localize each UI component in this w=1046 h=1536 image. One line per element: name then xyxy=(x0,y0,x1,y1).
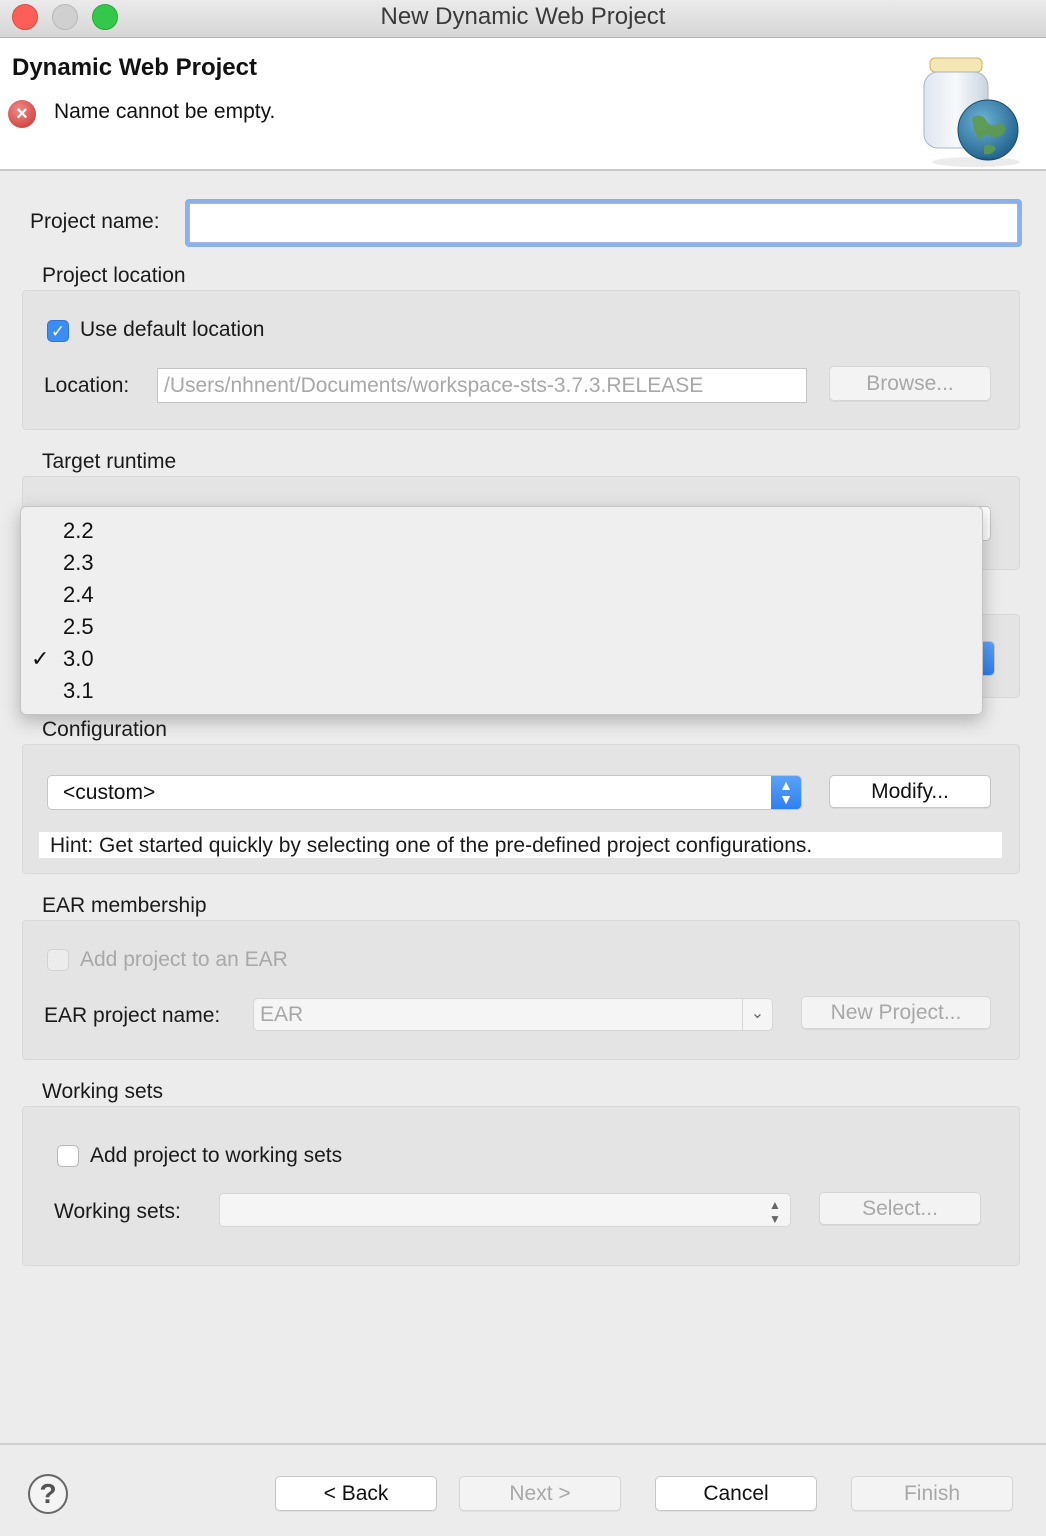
wizard-banner: Dynamic Web Project × Name cannot be emp… xyxy=(0,38,1046,171)
add-to-ear-checkbox[interactable] xyxy=(47,949,69,971)
configuration-hint-box: Hint: Get started quickly by selecting o… xyxy=(39,832,1002,858)
working-sets-group xyxy=(22,1106,1020,1266)
ear-project-name-combo[interactable]: EAR ⌄ xyxy=(253,998,773,1031)
error-message: Name cannot be empty. xyxy=(54,100,276,123)
module-version-option-selected[interactable]: 3.0 xyxy=(63,646,94,672)
project-location-group xyxy=(22,290,1020,430)
modify-button[interactable]: Modify... xyxy=(829,775,991,808)
add-to-working-sets-label: Add project to working sets xyxy=(90,1144,343,1167)
configuration-hint-text: Hint: Get started quickly by selecting o… xyxy=(50,834,813,857)
use-default-location-checkbox[interactable]: ✓ xyxy=(47,320,69,342)
ear-membership-group xyxy=(22,920,1020,1060)
finish-button[interactable]: Finish xyxy=(851,1476,1013,1511)
error-icon: × xyxy=(8,100,36,128)
location-label: Location: xyxy=(44,374,130,397)
back-button[interactable]: < Back xyxy=(275,1476,437,1511)
next-button[interactable]: Next > xyxy=(459,1476,621,1511)
help-icon[interactable]: ? xyxy=(28,1474,68,1514)
project-name-label: Project name: xyxy=(30,210,160,233)
select-working-sets-button[interactable]: Select... xyxy=(819,1192,981,1225)
project-location-group-label: Project location xyxy=(42,264,186,287)
module-version-option[interactable]: 2.2 xyxy=(63,518,94,544)
ear-project-name-label: EAR project name: xyxy=(44,1004,221,1027)
browse-button[interactable]: Browse... xyxy=(829,366,991,401)
location-input[interactable]: /Users/nhnent/Documents/workspace-sts-3.… xyxy=(157,368,807,403)
window-title: New Dynamic Web Project xyxy=(380,3,666,30)
configuration-stepper-icon: ▲ ▼ xyxy=(771,776,801,809)
module-version-option[interactable]: 2.4 xyxy=(63,582,94,608)
cancel-button[interactable]: Cancel xyxy=(655,1476,817,1511)
module-version-option[interactable]: 2.3 xyxy=(63,550,94,576)
working-sets-combo[interactable]: ▲ ▼ xyxy=(219,1193,791,1227)
footer-divider xyxy=(0,1443,1046,1445)
new-ear-project-button[interactable]: New Project... xyxy=(801,996,991,1029)
configuration-selected-value: <custom> xyxy=(63,781,156,804)
project-name-focus-ring xyxy=(185,199,1022,247)
module-version-option[interactable]: 3.1 xyxy=(63,678,94,704)
use-default-location-label: Use default location xyxy=(80,318,265,341)
wizard-page-title: Dynamic Web Project xyxy=(12,54,257,81)
chevron-down-icon: ⌄ xyxy=(742,999,772,1030)
configuration-combo[interactable]: <custom> ▲ ▼ xyxy=(47,775,802,810)
title-bar: New Dynamic Web Project xyxy=(0,0,1046,38)
working-sets-label: Working sets: xyxy=(54,1200,181,1223)
working-sets-group-label: Working sets xyxy=(42,1080,163,1103)
checkmark-icon: ✓ xyxy=(31,646,50,671)
add-to-ear-label: Add project to an EAR xyxy=(80,948,288,971)
module-version-dropdown-list: 2.2 2.3 2.4 2.5 ✓ 3.0 3.1 xyxy=(20,506,983,715)
configuration-group-label: Configuration xyxy=(42,718,167,741)
module-version-option[interactable]: 2.5 xyxy=(63,614,94,640)
ear-project-name-value: EAR xyxy=(260,1003,304,1026)
updown-arrows-icon: ▲ ▼ xyxy=(769,1198,781,1226)
target-runtime-group-label: Target runtime xyxy=(42,450,177,473)
ear-membership-group-label: EAR membership xyxy=(42,894,207,917)
web-project-jar-globe-icon xyxy=(923,57,1020,167)
add-to-working-sets-checkbox[interactable] xyxy=(57,1145,79,1167)
project-name-input[interactable] xyxy=(189,203,1018,243)
